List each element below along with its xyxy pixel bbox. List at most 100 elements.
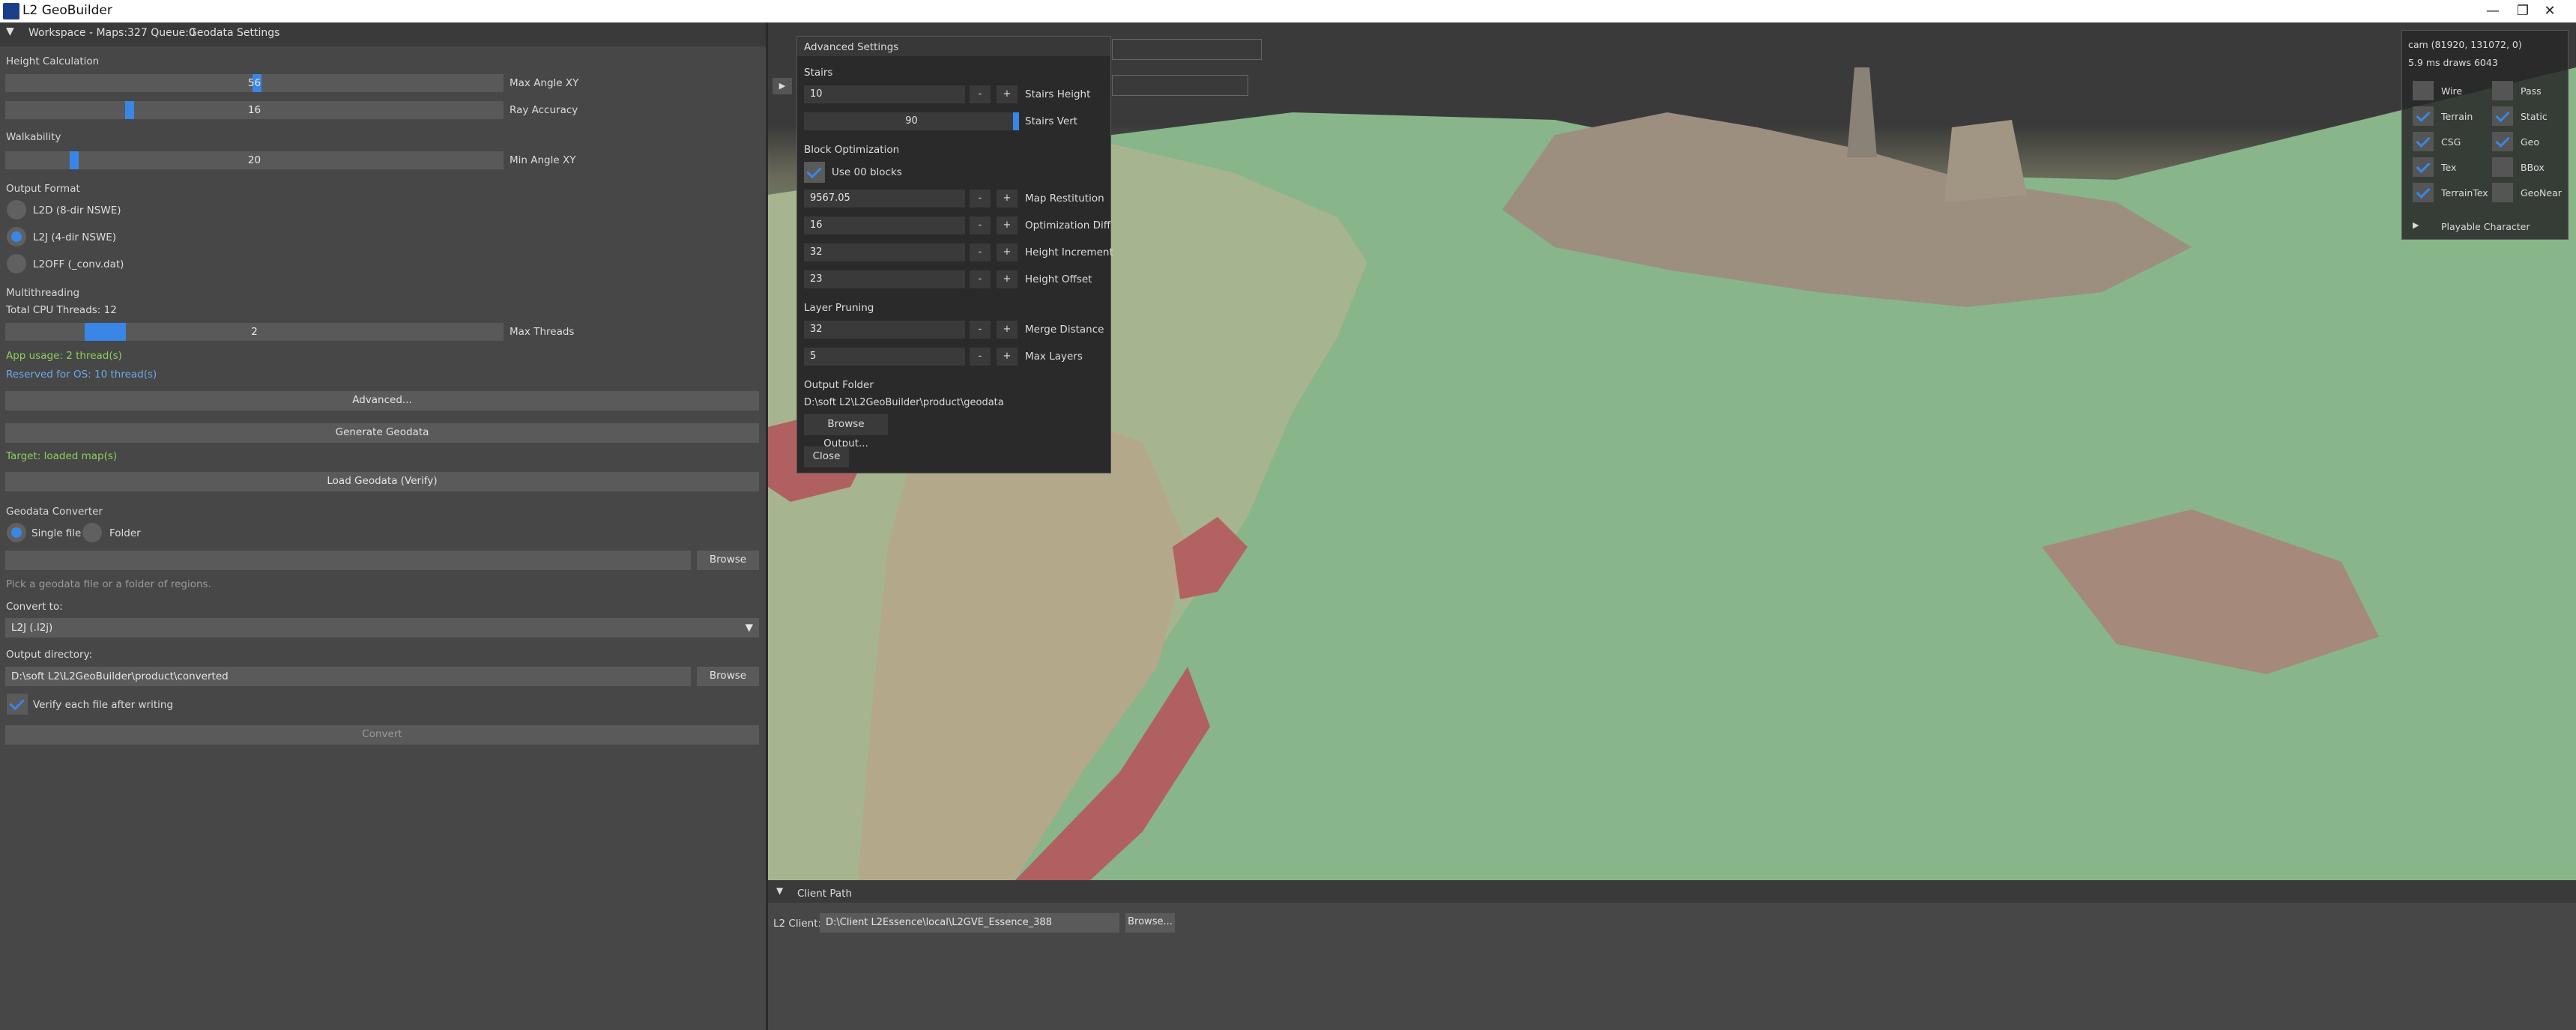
- ray-accuracy-slider[interactable]: 16: [5, 101, 504, 119]
- playable-character-toggle[interactable]: ▶ Playable Character: [2408, 219, 2566, 237]
- opt-diff-input[interactable]: 16: [804, 216, 965, 234]
- radio-folder[interactable]: [82, 523, 102, 542]
- max-layers-minus[interactable]: -: [970, 348, 991, 366]
- tab-client-path[interactable]: Client Path: [797, 888, 852, 900]
- ray-accuracy-value: 16: [247, 104, 261, 116]
- slider-grab[interactable]: [1013, 112, 1019, 130]
- height-off-label: Height Offset: [1025, 273, 1092, 285]
- total-cpu-threads: Total CPU Threads: 12: [6, 304, 117, 316]
- csg-label: CSG: [2441, 136, 2461, 148]
- max-angle-value: 56: [247, 77, 261, 89]
- chevron-down-icon: ▼: [745, 622, 753, 634]
- toggle-geo[interactable]: [2492, 132, 2513, 151]
- client-label: L2 Client:: [773, 918, 822, 930]
- toggle-tex[interactable]: [2413, 157, 2434, 177]
- terraintex-label: TerrainTex: [2441, 187, 2488, 199]
- height-inc-input[interactable]: 32: [804, 243, 965, 261]
- map-restitution-plus[interactable]: +: [997, 190, 1018, 207]
- max-layers-label: Max Layers: [1025, 351, 1083, 363]
- stairs-height-label: Stairs Height: [1025, 88, 1091, 100]
- toggle-bbox[interactable]: [2492, 157, 2513, 177]
- browse-file-button[interactable]: Browse: [697, 551, 759, 570]
- use00-label: Use 00 blocks: [832, 166, 902, 178]
- toggle-terrain[interactable]: [2413, 106, 2434, 126]
- frame-stats: 5.9 ms draws 6043: [2408, 57, 2498, 68]
- tab-geodata-settings[interactable]: Geodata Settings: [189, 27, 279, 39]
- toggle-terraintex[interactable]: [2413, 183, 2434, 202]
- client-path-input[interactable]: D:\Client L2Essence\local\L2GVE_Essence_…: [820, 913, 1119, 933]
- block-opt-title: Block Optimization: [804, 144, 900, 156]
- max-layers-plus[interactable]: +: [997, 348, 1018, 366]
- toggle-pass[interactable]: [2492, 81, 2513, 100]
- stairs-height-input[interactable]: 10: [804, 85, 965, 103]
- map-restitution-input[interactable]: 9567.05: [804, 190, 965, 207]
- stairs-height-minus[interactable]: -: [970, 85, 991, 103]
- toggle-csg[interactable]: [2413, 132, 2434, 151]
- client-path-panel: [768, 880, 2576, 1030]
- merge-distance-label: Merge Distance: [1025, 324, 1104, 336]
- generate-geodata-button[interactable]: Generate Geodata: [5, 423, 759, 443]
- height-off-minus[interactable]: -: [970, 270, 991, 288]
- stairs-vert-slider[interactable]: 90: [804, 112, 1019, 130]
- geo-label: Geo: [2521, 136, 2540, 148]
- viewport-top-field-2[interactable]: [1112, 75, 1248, 96]
- height-off-input[interactable]: 23: [804, 270, 965, 288]
- toggle-wire[interactable]: [2413, 81, 2434, 100]
- advanced-button[interactable]: Advanced...: [5, 391, 759, 411]
- max-threads-label: Max Threads: [510, 326, 575, 338]
- convert-button[interactable]: Convert: [5, 725, 759, 745]
- client-browse-button[interactable]: Browse...: [1125, 913, 1175, 933]
- workspace-status: Workspace - Maps:327 Queue:0: [28, 27, 196, 39]
- stairs-vert-value: 90: [905, 115, 918, 127]
- converter-hint: Pick a geodata file or a folder of regio…: [6, 578, 211, 590]
- verify-checkbox[interactable]: [7, 694, 28, 715]
- max-layers-input[interactable]: 5: [804, 348, 965, 366]
- merge-distance-plus[interactable]: +: [997, 321, 1018, 339]
- title-bar: L2 GeoBuilder — ❐ ✕: [0, 0, 2576, 22]
- load-geodata-button[interactable]: Load Geodata (Verify): [5, 472, 759, 491]
- height-inc-label: Height Increment: [1025, 246, 1113, 258]
- opt-diff-plus[interactable]: +: [997, 216, 1018, 234]
- wire-label: Wire: [2441, 85, 2463, 97]
- max-angle-slider[interactable]: 56: [5, 74, 504, 92]
- height-inc-minus[interactable]: -: [970, 243, 991, 261]
- output-dir-input[interactable]: D:\soft L2\L2GeoBuilder\product\converte…: [5, 667, 691, 686]
- viewport-top-field-1[interactable]: [1112, 39, 1262, 60]
- collapse-icon[interactable]: ▼: [776, 885, 783, 896]
- toggle-static[interactable]: [2492, 106, 2513, 126]
- use00-checkbox[interactable]: [804, 162, 825, 183]
- radio-l2d-label: L2D (8-dir NSWE): [33, 205, 121, 216]
- height-off-plus[interactable]: +: [997, 270, 1018, 288]
- toggle-geonear[interactable]: [2492, 183, 2513, 202]
- browse-output-dir-button[interactable]: Browse: [697, 667, 759, 686]
- multithreading-title: Multithreading: [6, 287, 80, 299]
- window-title: L2 GeoBuilder: [22, 3, 112, 18]
- geodata-file-input[interactable]: [5, 551, 691, 570]
- height-inc-plus[interactable]: +: [997, 243, 1018, 261]
- dialog-close-button[interactable]: Close: [804, 446, 849, 467]
- opt-diff-minus[interactable]: -: [970, 216, 991, 234]
- geonear-label: GeoNear: [2521, 187, 2562, 199]
- map-restitution-minus[interactable]: -: [970, 190, 991, 207]
- static-label: Static: [2521, 111, 2548, 122]
- radio-l2j[interactable]: [7, 227, 26, 246]
- radio-l2off-label: L2OFF (_conv.dat): [33, 258, 124, 270]
- collapse-icon[interactable]: ▼: [6, 25, 14, 37]
- convert-to-select[interactable]: L2J (.l2j) ▼: [5, 618, 759, 637]
- dialog-title: Advanced Settings: [804, 41, 899, 53]
- min-angle-value: 20: [247, 154, 261, 166]
- merge-distance-input[interactable]: 32: [804, 321, 965, 339]
- app-icon: [3, 3, 19, 19]
- radio-l2off[interactable]: [7, 254, 26, 273]
- stairs-height-plus[interactable]: +: [997, 85, 1018, 103]
- merge-distance-minus[interactable]: -: [970, 321, 991, 339]
- radio-l2d[interactable]: [7, 200, 26, 219]
- min-angle-slider[interactable]: 20: [5, 151, 504, 169]
- bbox-label: BBox: [2521, 162, 2545, 173]
- browse-output-button[interactable]: Browse Output...: [804, 414, 888, 449]
- close-button[interactable]: ✕: [2524, 0, 2576, 22]
- radio-single-file[interactable]: [7, 523, 26, 542]
- terrain-label: Terrain: [2441, 111, 2473, 122]
- play-icon[interactable]: ▶: [773, 78, 792, 94]
- max-threads-slider[interactable]: 2: [5, 323, 504, 341]
